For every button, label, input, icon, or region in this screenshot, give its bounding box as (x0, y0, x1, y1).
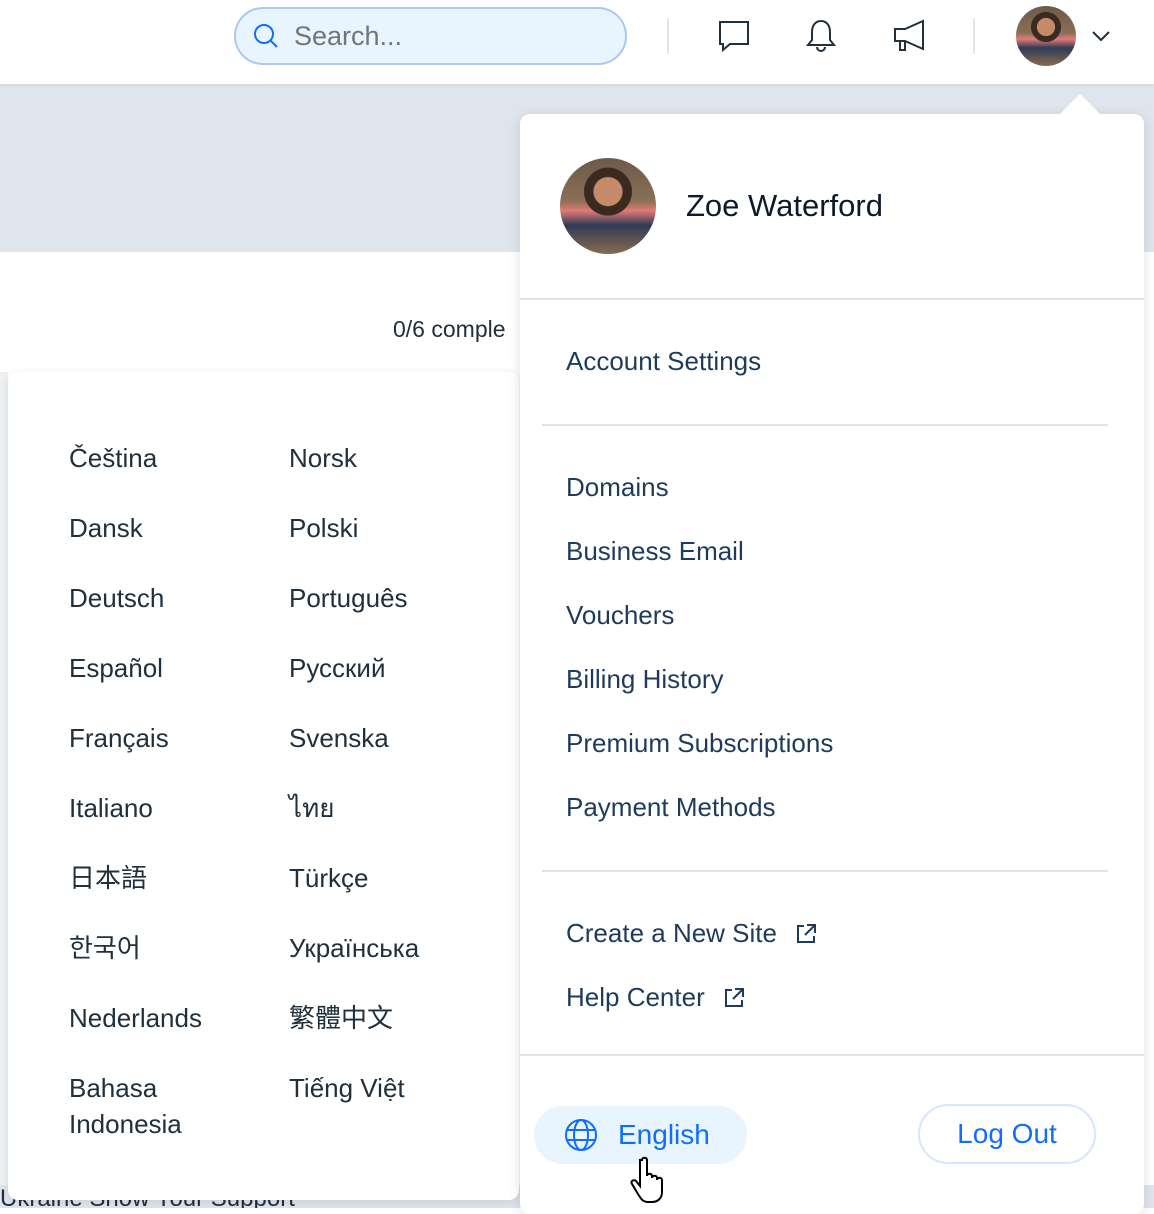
menu-item-payment-methods[interactable]: Payment Methods (566, 792, 776, 823)
external-link-icon (796, 923, 816, 943)
megaphone-icon[interactable] (890, 16, 930, 56)
help-center-link[interactable]: Help Center (566, 982, 745, 1013)
create-site-link[interactable]: Create a New Site (566, 918, 817, 949)
search-icon (254, 24, 278, 48)
language-option[interactable]: Nederlands (69, 1000, 269, 1036)
menu-item-vouchers[interactable]: Vouchers (566, 600, 674, 631)
hand-cursor-icon (630, 1156, 663, 1203)
avatar[interactable] (1016, 6, 1076, 66)
account-settings-link[interactable]: Account Settings (566, 346, 761, 377)
globe-icon (565, 1119, 597, 1151)
language-option[interactable]: Русский (289, 650, 489, 686)
language-menu: Čeština Norsk Dansk Polski Deutsch Portu… (8, 372, 519, 1200)
language-option[interactable]: Español (69, 650, 269, 686)
create-site-label: Create a New Site (566, 918, 777, 948)
chat-icon[interactable] (714, 16, 754, 56)
language-option[interactable]: 日本語 (69, 860, 269, 896)
language-option[interactable]: Čeština (69, 440, 269, 476)
menu-pointer (1060, 94, 1100, 114)
language-option[interactable]: 繁體中文 (289, 1000, 489, 1036)
language-option[interactable]: Bahasa Indonesia (69, 1070, 239, 1142)
language-option[interactable]: Italiano (69, 790, 269, 826)
search-box[interactable] (234, 7, 627, 65)
user-name: Zoe Waterford (686, 188, 883, 223)
menu-item-domains[interactable]: Domains (566, 472, 669, 503)
language-option[interactable]: Українська (289, 930, 489, 966)
help-center-label: Help Center (566, 982, 705, 1012)
menu-item-billing-history[interactable]: Billing History (566, 664, 724, 695)
menu-item-business-email[interactable]: Business Email (566, 536, 744, 567)
language-option[interactable]: Norsk (289, 440, 489, 476)
menu-item-premium-subscriptions[interactable]: Premium Subscriptions (566, 728, 833, 759)
language-option[interactable]: 한국어 (69, 930, 269, 966)
divider (520, 1054, 1144, 1056)
language-option[interactable]: ไทย (289, 790, 489, 826)
language-option[interactable]: Português (289, 580, 489, 616)
external-link-icon (724, 987, 744, 1007)
search-input[interactable] (294, 20, 594, 52)
progress-text: 0/6 comple (393, 316, 506, 342)
language-label: English (618, 1119, 710, 1150)
chevron-down-icon[interactable] (1090, 29, 1112, 43)
divider (542, 424, 1108, 426)
language-option[interactable]: Dansk (69, 510, 269, 546)
divider (542, 870, 1108, 872)
divider (667, 18, 669, 54)
divider (973, 18, 975, 54)
account-menu: Zoe Waterford Account Settings Domains B… (520, 114, 1144, 1214)
language-option[interactable]: Deutsch (69, 580, 269, 616)
language-option[interactable]: Français (69, 720, 269, 756)
background-list (0, 372, 8, 1192)
top-header (0, 0, 1154, 84)
logout-button[interactable]: Log Out (918, 1104, 1096, 1164)
language-option[interactable]: Türkçe (289, 860, 489, 896)
language-option[interactable]: Svenska (289, 720, 489, 756)
bell-icon[interactable] (801, 16, 841, 56)
profile-avatar (560, 158, 656, 254)
language-option[interactable]: Tiếng Việt (289, 1070, 489, 1106)
divider (520, 298, 1144, 300)
language-option[interactable]: Polski (289, 510, 489, 546)
